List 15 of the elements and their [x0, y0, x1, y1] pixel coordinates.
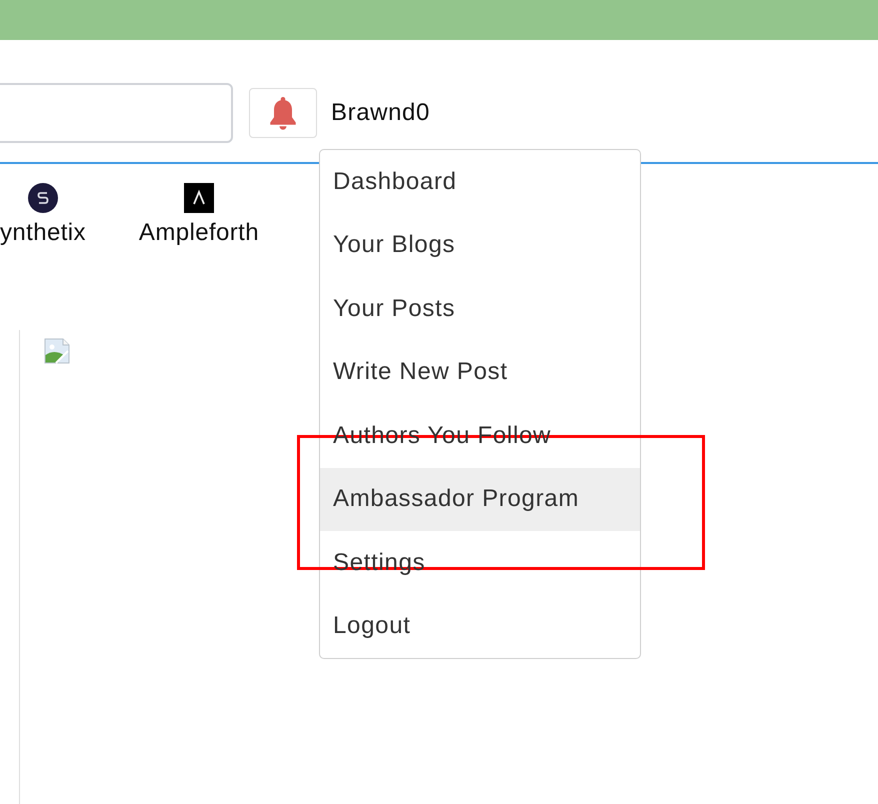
token-label[interactable]: Ampleforth: [138, 219, 259, 247]
search-field[interactable]: [0, 83, 233, 143]
username[interactable]: Brawnd0: [331, 99, 430, 127]
menu-item[interactable]: Write New Post: [320, 340, 640, 404]
menu-item[interactable]: Your Blogs: [320, 214, 640, 277]
menu-item[interactable]: Logout: [320, 594, 640, 658]
notification-button[interactable]: [249, 88, 317, 138]
token-label[interactable]: ynthetix: [0, 219, 86, 247]
bell-icon: [268, 96, 298, 130]
broken-image-icon: [44, 338, 70, 364]
lambda-logo-icon: [184, 183, 214, 213]
menu-item[interactable]: Ambassador Program: [320, 468, 640, 531]
s-logo-icon: [28, 183, 58, 213]
menu-item[interactable]: Your Posts: [320, 277, 640, 340]
menu-item[interactable]: Dashboard: [320, 150, 640, 214]
